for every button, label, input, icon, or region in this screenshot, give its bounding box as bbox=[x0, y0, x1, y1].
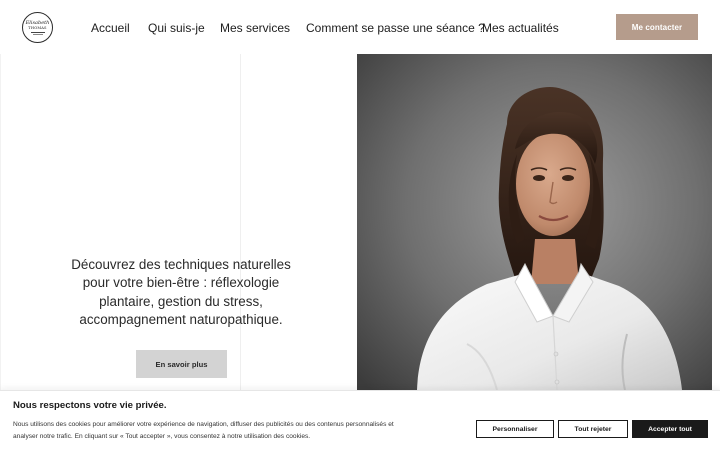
nav-item-seance[interactable]: Comment se passe une séance ? bbox=[306, 19, 485, 37]
learn-more-button[interactable]: En savoir plus bbox=[136, 350, 227, 378]
cookie-description-line-2: analyser notre trafic. En cliquant sur «… bbox=[13, 433, 311, 440]
hero-line-4: accompagnement naturopathique. bbox=[79, 312, 283, 328]
column-divider bbox=[240, 54, 241, 390]
cookie-customize-button[interactable]: Personnaliser bbox=[476, 420, 554, 438]
nav-item-qui-suis-je[interactable]: Qui suis-je bbox=[148, 19, 205, 37]
cookie-title: Nous respectons votre vie privée. bbox=[13, 400, 167, 411]
cookie-accept-button[interactable]: Accepter tout bbox=[632, 420, 708, 438]
logo-rule-small bbox=[32, 33, 43, 35]
logo-name: THOMAS bbox=[28, 25, 47, 30]
cookie-description: Nous utilisons des cookies pour améliore… bbox=[13, 419, 465, 443]
site-header: Elisabeth THOMAS Accueil Qui suis-je Mes… bbox=[0, 0, 720, 54]
left-edge-line bbox=[0, 54, 1, 390]
hero-line-2: pour votre bien-être : réflexologie bbox=[82, 275, 280, 291]
hero-line-1: Découvrez des techniques naturelles bbox=[71, 257, 291, 272]
nav-item-accueil[interactable]: Accueil bbox=[91, 19, 130, 37]
nav-item-mes-services[interactable]: Mes services bbox=[220, 19, 290, 37]
cookie-reject-button[interactable]: Tout rejeter bbox=[558, 420, 628, 438]
hero-tagline: Découvrez des techniques naturelles pour… bbox=[60, 256, 302, 330]
logo-rule bbox=[30, 31, 45, 33]
hero-line-3: plantaire, gestion du stress, bbox=[99, 293, 263, 309]
cookie-description-line-1: Nous utilisons des cookies pour améliore… bbox=[13, 421, 394, 428]
nav-item-actualites[interactable]: Mes actualités bbox=[482, 19, 559, 37]
contact-button[interactable]: Me contacter bbox=[616, 14, 698, 40]
portrait-illustration bbox=[357, 54, 712, 390]
portrait-photo bbox=[357, 54, 712, 390]
brand-logo[interactable]: Elisabeth THOMAS bbox=[22, 12, 53, 43]
